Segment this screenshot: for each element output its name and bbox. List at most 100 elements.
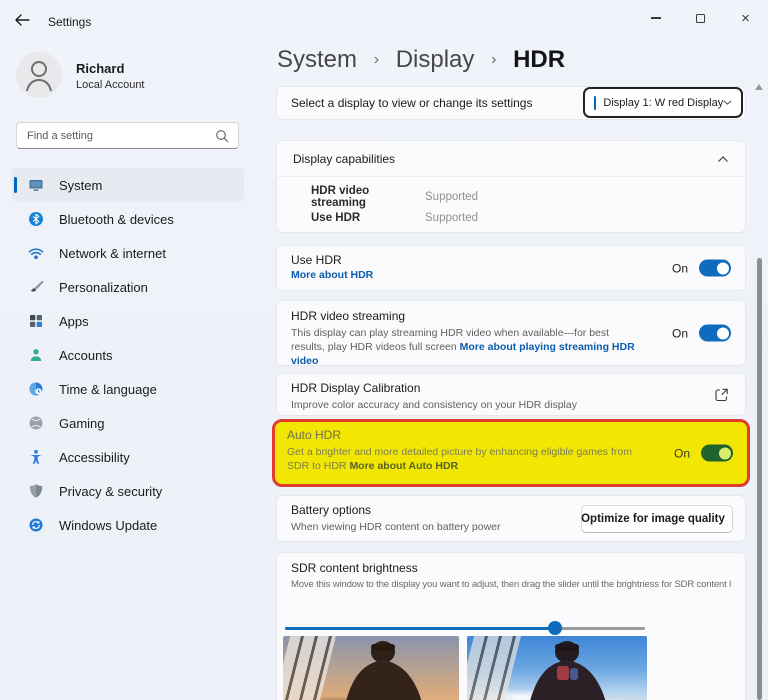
back-arrow-icon xyxy=(15,14,30,26)
sidebar-item-label: Bluetooth & devices xyxy=(59,211,174,227)
back-button[interactable] xyxy=(13,12,33,30)
battery-options-card: Battery options When viewing HDR content… xyxy=(276,495,746,542)
hdr-video-streaming-title: HDR video streaming xyxy=(291,309,406,323)
use-hdr-state: On xyxy=(671,261,688,275)
sidebar-nav: System Bluetooth & devices Network & int… xyxy=(0,168,260,542)
auto-hdr-title: Auto HDR xyxy=(287,428,342,442)
hdr-video-streaming-toggle[interactable] xyxy=(699,324,731,342)
sdr-brightness-slider-fill xyxy=(285,627,555,630)
accessibility-person-icon xyxy=(30,449,42,464)
chevron-up-icon[interactable] xyxy=(717,155,729,163)
sidebar-item-personalization[interactable]: Personalization xyxy=(12,270,244,304)
display-selector-label: Select a display to view or change its s… xyxy=(291,96,533,110)
sidebar-item-label: Gaming xyxy=(59,415,105,431)
shield-icon xyxy=(29,484,43,498)
hdr-display-calibration-title: HDR Display Calibration xyxy=(291,381,421,395)
sdr-brightness-title: SDR content brightness xyxy=(291,561,418,575)
auto-hdr-toggle[interactable] xyxy=(701,444,733,462)
sidebar-item-bluetooth-devices[interactable]: Bluetooth & devices xyxy=(12,202,244,236)
search-box[interactable] xyxy=(16,122,239,149)
display-capabilities-rows: HDR video streaming Supported Use HDR Su… xyxy=(277,177,745,228)
sdr-brightness-description: Move this window to the display you want… xyxy=(291,579,731,590)
hdr-video-streaming-description: This display can play streaming HDR vide… xyxy=(291,326,643,368)
person-silhouette xyxy=(346,641,422,700)
capability-row: Use HDR Supported xyxy=(311,207,729,228)
vertical-scrollbar[interactable] xyxy=(757,258,762,700)
more-about-auto-hdr-link[interactable]: More about Auto HDR xyxy=(349,460,458,472)
xbox-icon xyxy=(29,416,43,430)
maximize-icon xyxy=(696,13,705,23)
wifi-icon xyxy=(28,248,44,259)
more-about-hdr-link[interactable]: More about HDR xyxy=(291,269,731,281)
account-person-icon xyxy=(30,349,42,361)
search-input[interactable] xyxy=(17,123,238,148)
capability-value: Supported xyxy=(425,190,479,203)
search-icon xyxy=(216,130,229,143)
scrollbar-up-arrow[interactable] xyxy=(755,84,763,90)
sidebar-item-accounts[interactable]: Accounts xyxy=(12,338,244,372)
settings-window: Settings × Richard Local Account Syst xyxy=(0,0,768,700)
battery-options-dropdown[interactable]: Optimize for image quality xyxy=(581,505,733,533)
sidebar-item-windows-update[interactable]: Windows Update xyxy=(12,508,244,542)
sidebar-item-label: Accounts xyxy=(59,347,113,363)
breadcrumb-separator: › xyxy=(373,51,380,68)
sdr-preview-image-left xyxy=(283,636,459,700)
display-select-dropdown[interactable]: Display 1: W red Display xyxy=(583,87,743,118)
sidebar-item-privacy-security[interactable]: Privacy & security xyxy=(12,474,244,508)
close-icon: × xyxy=(741,9,750,27)
user-account-type: Local Account xyxy=(76,79,145,91)
titlebar: Settings × xyxy=(0,0,768,40)
breadcrumb: System › Display › HDR xyxy=(277,46,565,74)
person-outline-icon xyxy=(26,61,52,92)
sdr-brightness-slider[interactable] xyxy=(285,621,645,635)
sidebar-item-label: System xyxy=(59,177,103,193)
sidebar-item-label: Privacy & security xyxy=(59,483,163,499)
maximize-button[interactable] xyxy=(678,0,723,36)
external-link-icon[interactable] xyxy=(714,387,729,402)
breadcrumb-display[interactable]: Display xyxy=(396,46,475,73)
focus-accent-bar xyxy=(594,95,597,110)
sidebar-item-network-internet[interactable]: Network & internet xyxy=(12,236,244,270)
sdr-brightness-slider-thumb[interactable] xyxy=(548,621,562,635)
battery-options-value: Optimize for image quality xyxy=(581,513,725,525)
sidebar-item-label: Network & internet xyxy=(59,245,166,261)
globe-clock-icon xyxy=(29,382,43,396)
minimize-icon xyxy=(650,17,661,19)
user-name: Richard xyxy=(76,61,125,76)
chevron-down-icon xyxy=(723,100,732,105)
use-hdr-toggle[interactable] xyxy=(699,259,731,277)
hdr-video-streaming-state: On xyxy=(671,326,688,340)
sidebar-item-system[interactable]: System xyxy=(12,168,244,202)
breadcrumb-system[interactable]: System xyxy=(277,46,357,73)
hdr-display-calibration-description: Improve color accuracy and consistency o… xyxy=(291,399,577,411)
sdr-preview-image-right xyxy=(467,636,647,700)
bluetooth-icon xyxy=(29,212,43,226)
apps-grid-icon xyxy=(30,315,42,327)
capability-label: HDR video streaming xyxy=(311,184,370,209)
capability-row: HDR video streaming Supported xyxy=(311,184,729,209)
display-capabilities-header[interactable]: Display capabilities xyxy=(277,141,745,177)
sidebar-item-label: Apps xyxy=(59,313,89,329)
sidebar-item-gaming[interactable]: Gaming xyxy=(12,406,244,440)
brush-icon xyxy=(30,280,44,292)
minimize-button[interactable] xyxy=(633,0,678,36)
description-text: Get a brighter and more detailed picture… xyxy=(287,446,632,472)
use-hdr-title: Use HDR xyxy=(291,253,342,267)
close-button[interactable]: × xyxy=(723,0,768,36)
breadcrumb-separator: › xyxy=(491,51,497,68)
app-title: Settings xyxy=(48,15,92,29)
sidebar-item-apps[interactable]: Apps xyxy=(12,304,244,338)
auto-hdr-card-highlighted: Auto HDR Get a brighter and more detaile… xyxy=(272,419,750,487)
sidebar-item-label: Accessibility xyxy=(59,449,130,465)
avatar[interactable] xyxy=(16,52,62,98)
page-title: HDR xyxy=(513,46,566,73)
sidebar-item-time-language[interactable]: Time & language xyxy=(12,372,244,406)
auto-hdr-state: On xyxy=(673,446,690,460)
sidebar-item-accessibility[interactable]: Accessibility xyxy=(12,440,244,474)
hdr-display-calibration-card[interactable]: HDR Display Calibration Improve color ac… xyxy=(276,373,746,416)
sidebar-item-label: Personalization xyxy=(59,279,148,295)
sidebar-item-label: Windows Update xyxy=(59,517,158,533)
person-silhouette xyxy=(530,641,606,700)
capability-value: Supported xyxy=(425,211,479,224)
sdr-content-brightness-card: SDR content brightness Move this window … xyxy=(276,552,746,700)
